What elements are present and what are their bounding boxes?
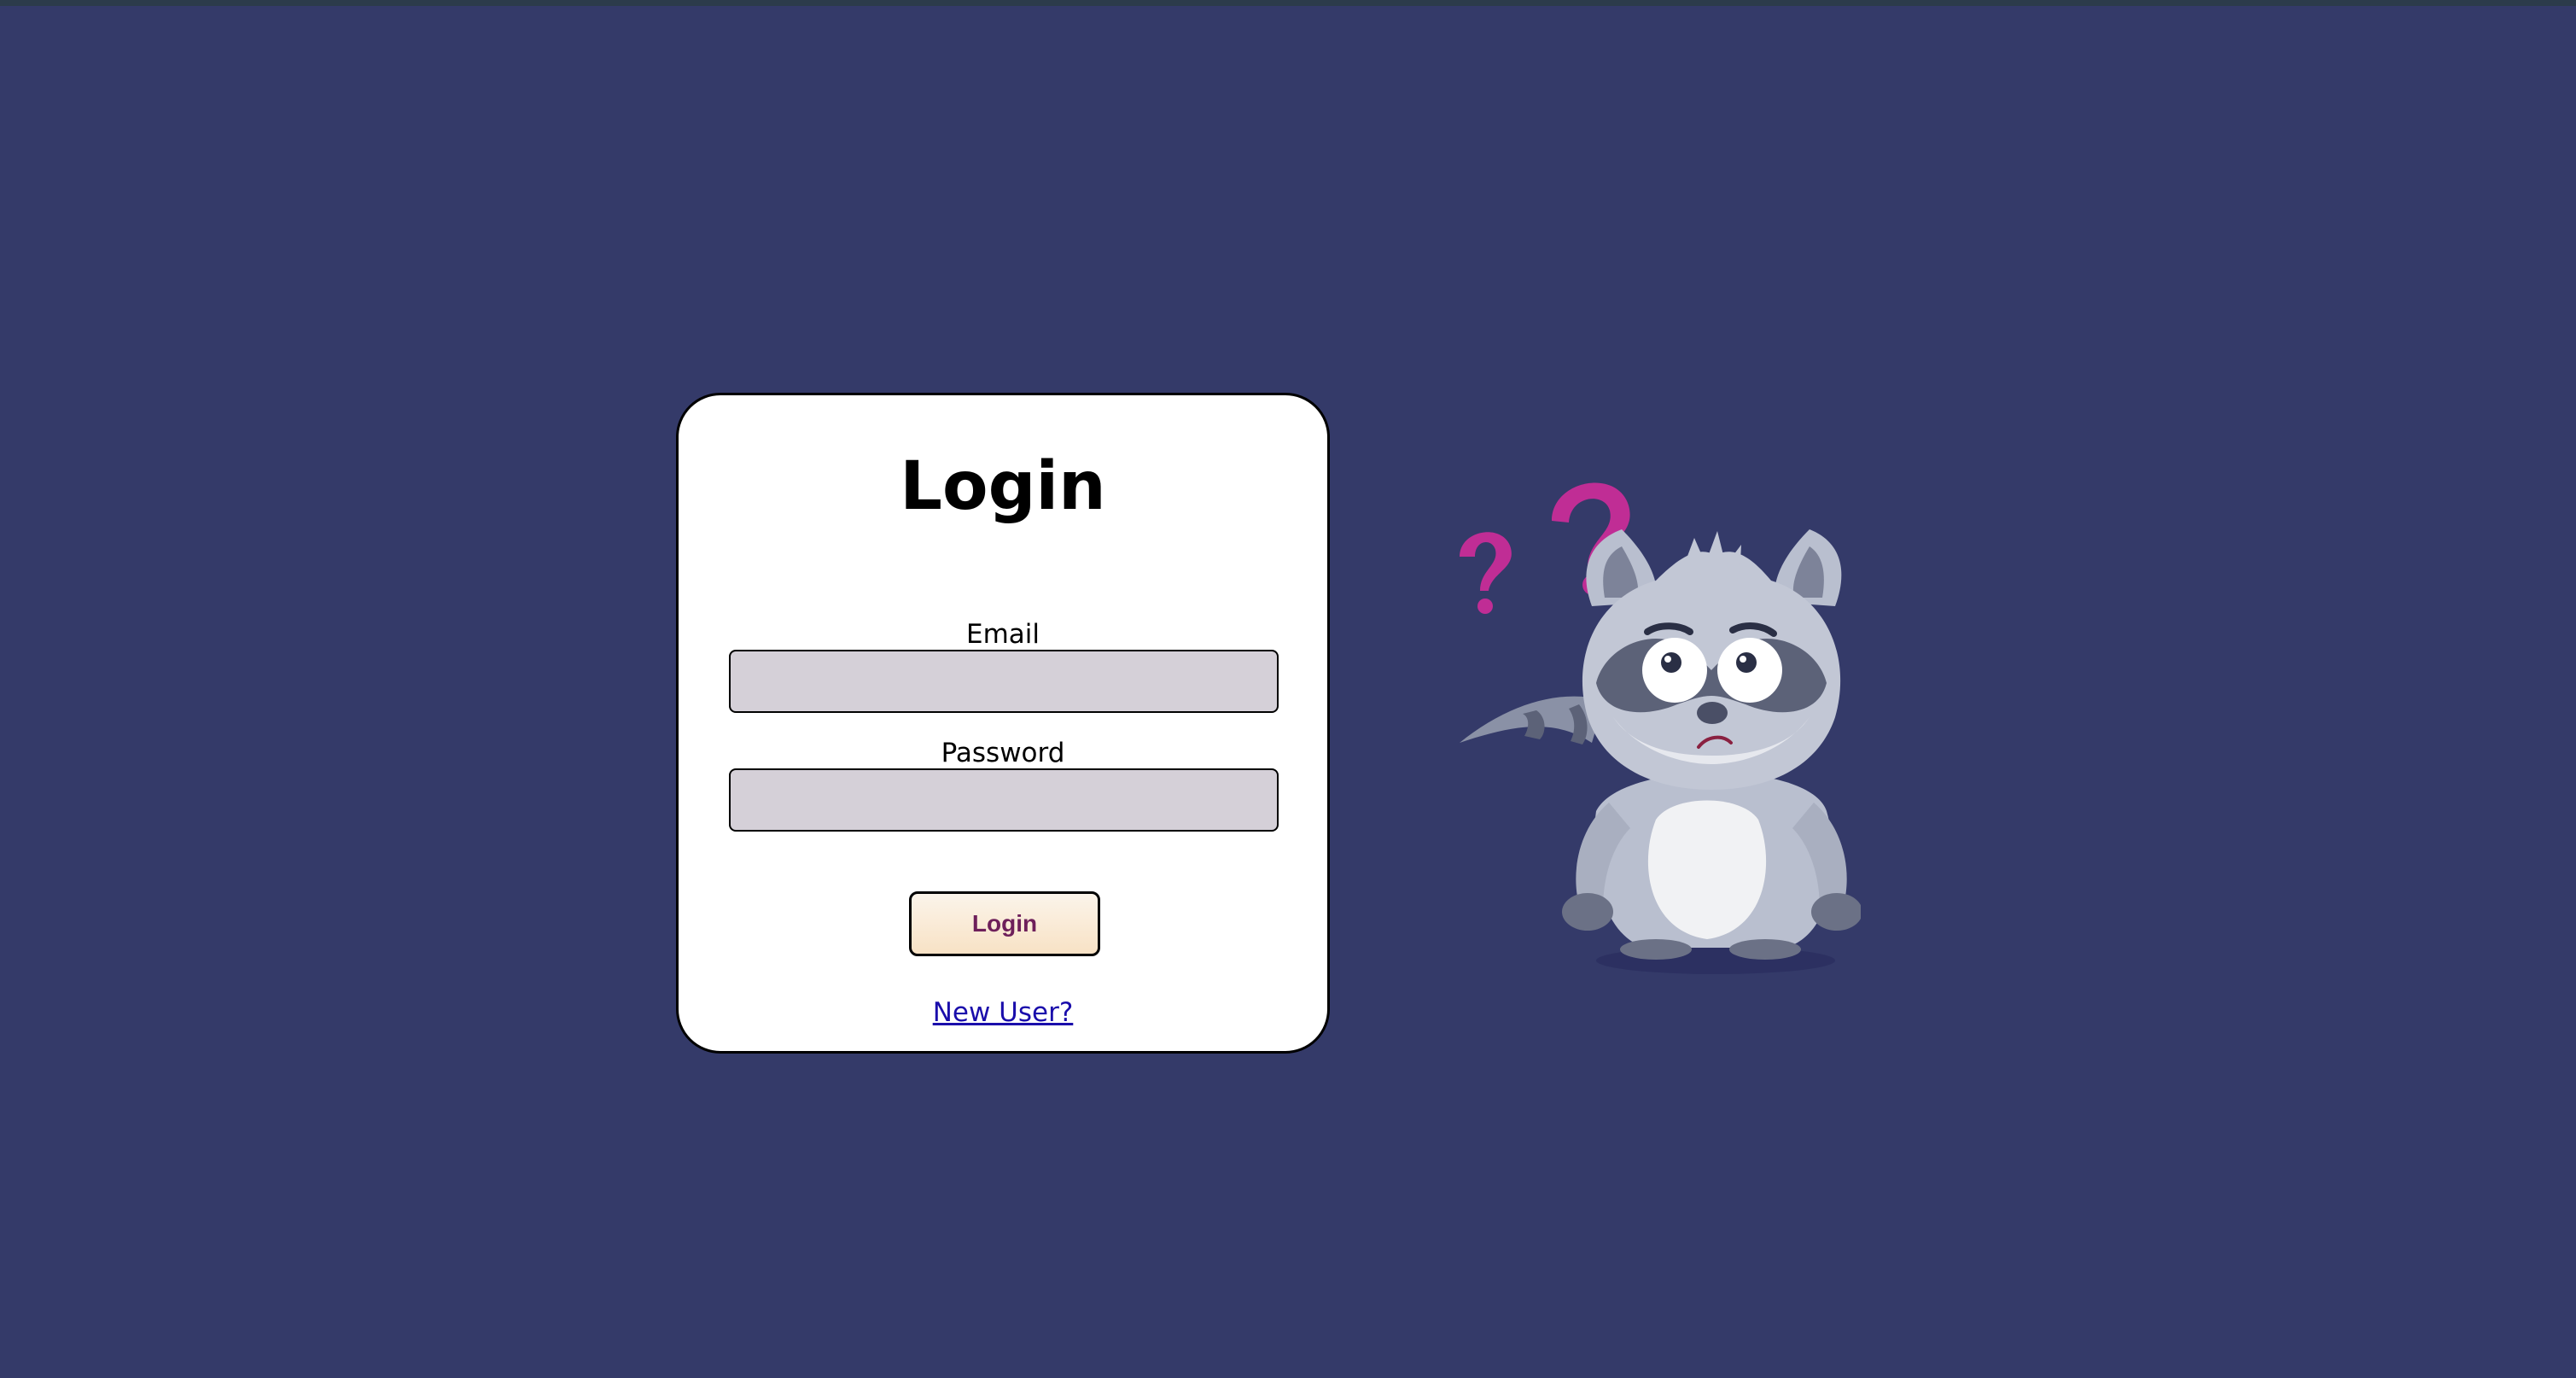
email-field[interactable] [729,650,1279,713]
top-window-strip [0,0,2576,6]
login-title: Login [900,448,1106,525]
confused-raccoon-icon [1460,482,1861,974]
password-label: Password [941,738,1065,768]
password-field[interactable] [729,768,1279,832]
email-label: Email [965,619,1040,650]
login-button[interactable]: Login [909,891,1100,956]
new-user-link[interactable]: New User? [679,1000,1327,1026]
login-card: Login Email Password Login New User? [676,393,1330,1054]
